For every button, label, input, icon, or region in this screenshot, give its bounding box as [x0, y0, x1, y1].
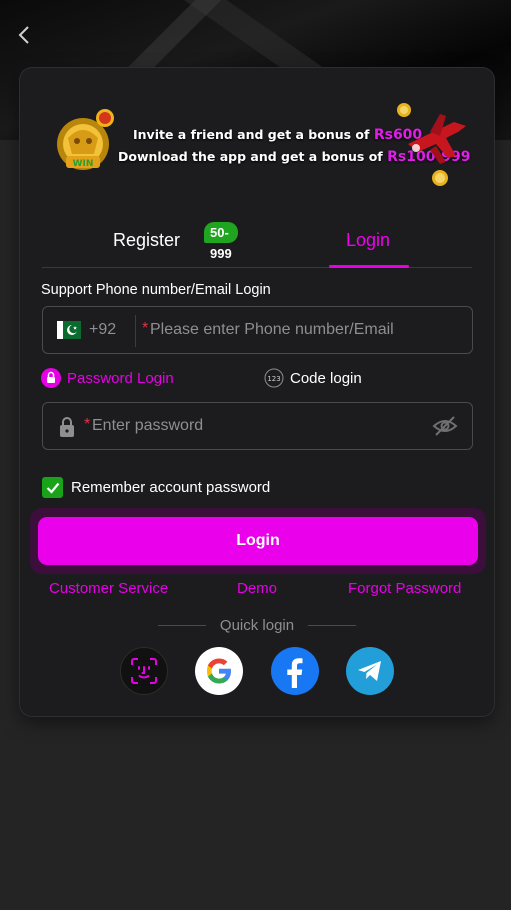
eye-off-icon[interactable]	[432, 415, 458, 437]
checkbox-checked[interactable]	[42, 477, 63, 498]
pakistan-flag-icon	[57, 321, 81, 339]
lock-icon	[60, 417, 74, 437]
auth-tabs: Register 50-999 Login	[42, 216, 472, 268]
phone-field[interactable]: +92 *	[42, 306, 473, 354]
password-login-label: Password Login	[67, 369, 174, 387]
check-icon	[46, 482, 59, 494]
active-tab-indicator	[329, 265, 409, 268]
google-icon	[207, 658, 231, 684]
win-emblem-icon: WIN	[57, 109, 114, 170]
code-icon-text: 123	[267, 375, 280, 383]
support-label: Support Phone number/Email Login	[41, 282, 271, 298]
facebook-login-button[interactable]	[271, 647, 319, 695]
tab-register-label: Register	[113, 230, 181, 250]
quick-login-label: Quick login	[219, 616, 295, 634]
google-login-button[interactable]	[195, 647, 243, 695]
field-divider	[135, 315, 136, 347]
tab-login[interactable]: Login	[346, 230, 390, 251]
quick-login-divider: Quick login	[158, 616, 357, 634]
register-bonus-badge: 50-999	[204, 222, 238, 261]
promo-banner[interactable]: WIN Invite a friend and get a bonus of R…	[40, 98, 474, 194]
remember-password-checkbox[interactable]: Remember account password	[42, 477, 270, 498]
code-login-option[interactable]: 123 Code login	[264, 368, 362, 388]
password-input[interactable]	[92, 403, 422, 449]
password-field[interactable]: *	[42, 402, 473, 450]
login-button[interactable]: Login	[38, 517, 478, 565]
required-mark: *	[84, 416, 91, 433]
lock-circle-icon	[41, 368, 61, 388]
remember-label: Remember account password	[71, 479, 271, 496]
banner-invite-text: Invite a friend and get a bonus of Rs600	[133, 127, 423, 143]
face-id-icon	[131, 658, 157, 684]
country-code[interactable]: +92	[89, 321, 116, 339]
code-login-label: Code login	[290, 369, 362, 387]
demo-link[interactable]: Demo	[237, 580, 277, 597]
login-button-glow: Login	[30, 508, 486, 574]
forgot-password-link[interactable]: Forgot Password	[348, 580, 461, 597]
airplane-icon	[397, 103, 466, 186]
win-emblem-label: WIN	[73, 159, 94, 169]
face-login-button[interactable]	[120, 647, 168, 695]
telegram-login-button[interactable]	[346, 647, 394, 695]
required-mark: *	[142, 320, 149, 337]
login-card: WIN Invite a friend and get a bonus of R…	[20, 68, 494, 716]
telegram-icon	[358, 661, 381, 681]
facebook-icon	[287, 658, 303, 688]
phone-input[interactable]	[150, 307, 460, 353]
customer-service-link[interactable]: Customer Service	[49, 580, 168, 597]
tab-register[interactable]: Register 50-999	[113, 222, 238, 261]
code-123-icon: 123	[264, 368, 284, 388]
password-login-option[interactable]: Password Login	[41, 368, 174, 388]
chevron-left-icon	[18, 26, 29, 44]
back-button[interactable]	[12, 22, 36, 48]
